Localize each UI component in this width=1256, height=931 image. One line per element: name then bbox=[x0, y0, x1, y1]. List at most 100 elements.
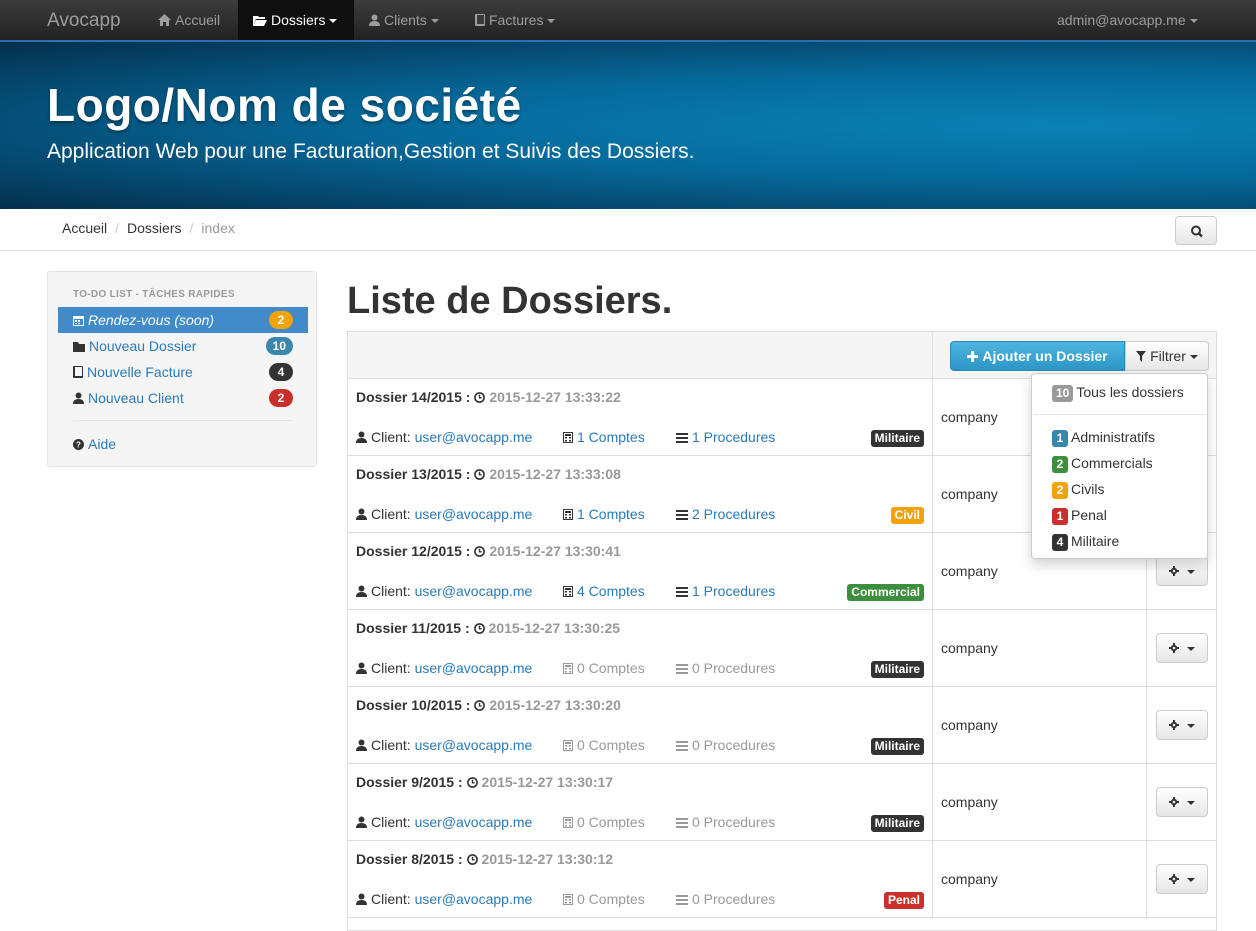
filter-icon bbox=[1136, 343, 1147, 371]
colon: : bbox=[464, 620, 470, 636]
dossier-client: Client: user@avocapp.me bbox=[356, 737, 532, 754]
list-icon bbox=[676, 738, 688, 754]
dossier-name[interactable]: Dossier 13/2015 bbox=[356, 466, 462, 482]
list-icon bbox=[676, 661, 688, 677]
filter-option-penal[interactable]: 1 Penal bbox=[1052, 507, 1107, 525]
breadcrumb-accueil[interactable]: Accueil bbox=[62, 220, 107, 236]
row-actions-button[interactable] bbox=[1156, 556, 1208, 586]
dossier-company: company bbox=[941, 640, 998, 656]
list-icon bbox=[676, 584, 688, 600]
procedures-link[interactable]: 0 Procedures bbox=[692, 891, 775, 907]
list-icon bbox=[676, 892, 688, 908]
sidebar-item-nouveau-dossier[interactable]: Nouveau Dossier 10 bbox=[58, 333, 308, 359]
dossier-name[interactable]: Dossier 14/2015 bbox=[356, 389, 462, 405]
dossier-name[interactable]: Dossier 11/2015 bbox=[356, 620, 461, 636]
procedures-link[interactable]: 1 Procedures bbox=[692, 429, 775, 445]
comptes-link[interactable]: 1 Comptes bbox=[577, 429, 645, 445]
search-button[interactable] bbox=[1175, 216, 1217, 245]
breadcrumb-dossiers[interactable]: Dossiers bbox=[127, 220, 181, 236]
dossier-procedures: 0 Procedures bbox=[676, 814, 775, 831]
column-divider bbox=[1146, 687, 1147, 764]
procedures-link[interactable]: 2 Procedures bbox=[692, 506, 775, 522]
todo-sidebar: TO-DO LIST - TÂCHES RAPIDES Rendez-vous … bbox=[47, 271, 317, 467]
sidebar-item-rendez-vous[interactable]: Rendez-vous (soon) 2 bbox=[58, 307, 308, 333]
comptes-link[interactable]: 4 Comptes bbox=[577, 583, 645, 599]
column-divider bbox=[932, 841, 933, 918]
menu-divider bbox=[1033, 414, 1207, 415]
chevron-down-icon bbox=[1187, 800, 1195, 805]
procedures-link[interactable]: 1 Procedures bbox=[692, 583, 775, 599]
client-link[interactable]: user@avocapp.me bbox=[415, 737, 533, 753]
filter-option-civils[interactable]: 2 Civils bbox=[1052, 481, 1104, 499]
dossier-name[interactable]: Dossier 10/2015 bbox=[356, 697, 462, 713]
filter-option-militaire[interactable]: 4 Militaire bbox=[1052, 533, 1119, 551]
nav-factures[interactable]: Factures bbox=[460, 0, 570, 40]
filter-dropdown-menu: 10 Tous les dossiers 1 Administratifs 2 Com… bbox=[1031, 373, 1208, 559]
dossier-title: Dossier 9/2015 : 2015-12-27 13:30:17 bbox=[356, 774, 613, 791]
sidebar-item-aide[interactable]: ? Aide bbox=[58, 431, 308, 457]
dossier-type-badge: Penal bbox=[883, 892, 924, 909]
add-dossier-button[interactable]: Ajouter un Dossier bbox=[950, 341, 1125, 371]
comptes-link[interactable]: 0 Comptes bbox=[577, 737, 645, 753]
dossier-procedures: 1 Procedures bbox=[676, 429, 775, 446]
column-divider bbox=[932, 456, 933, 533]
row-actions-button[interactable] bbox=[1156, 787, 1208, 817]
user-icon bbox=[356, 507, 367, 523]
client-link[interactable]: user@avocapp.me bbox=[415, 506, 533, 522]
brand-link[interactable]: Avocapp bbox=[47, 10, 121, 32]
calculator-icon bbox=[563, 892, 573, 908]
chevron-down-icon bbox=[1187, 646, 1195, 651]
nav-clients[interactable]: Clients bbox=[354, 0, 454, 40]
filter-option-commercials[interactable]: 2 Commercials bbox=[1052, 455, 1153, 473]
chevron-down-icon bbox=[1187, 569, 1195, 574]
dossier-title: Dossier 11/2015 : 2015-12-27 13:30:25 bbox=[356, 620, 620, 637]
nav-accueil[interactable]: Accueil bbox=[143, 0, 235, 40]
nav-dossiers[interactable]: Dossiers bbox=[238, 0, 354, 40]
filter-option-all[interactable]: 10 Tous les dossiers bbox=[1052, 384, 1184, 402]
dossier-name[interactable]: Dossier 12/2015 bbox=[356, 543, 462, 559]
count-badge: 2 bbox=[1052, 456, 1068, 473]
comptes-link[interactable]: 0 Comptes bbox=[577, 660, 645, 676]
chevron-down-icon bbox=[1187, 877, 1195, 882]
count-badge: 2 bbox=[269, 389, 293, 407]
sidebar-item-nouvelle-facture[interactable]: Nouvelle Facture 4 bbox=[58, 359, 308, 385]
count-badge: 4 bbox=[1052, 534, 1068, 551]
procedures-link[interactable]: 0 Procedures bbox=[692, 737, 775, 753]
client-link[interactable]: user@avocapp.me bbox=[415, 429, 533, 445]
procedures-link[interactable]: 0 Procedures bbox=[692, 814, 775, 830]
plus-icon bbox=[967, 343, 979, 371]
user-icon bbox=[356, 584, 367, 600]
dossier-name[interactable]: Dossier 9/2015 bbox=[356, 774, 454, 790]
calculator-icon bbox=[563, 815, 573, 831]
dossier-title: Dossier 12/2015 : 2015-12-27 13:30:41 bbox=[356, 543, 621, 560]
row-actions-button[interactable] bbox=[1156, 864, 1208, 894]
comptes-link[interactable]: 0 Comptes bbox=[577, 814, 645, 830]
dossier-comptes: 0 Comptes bbox=[563, 660, 645, 677]
sidebar-item-nouveau-client[interactable]: Nouveau Client 2 bbox=[58, 385, 308, 411]
clock-icon bbox=[473, 621, 485, 637]
column-divider bbox=[1146, 764, 1147, 841]
colon: : bbox=[465, 543, 471, 559]
client-link[interactable]: user@avocapp.me bbox=[415, 891, 533, 907]
dossier-type-badge: Militaire bbox=[870, 430, 924, 447]
client-link[interactable]: user@avocapp.me bbox=[415, 660, 533, 676]
user-icon bbox=[356, 430, 367, 446]
filter-button[interactable]: Filtrer bbox=[1125, 341, 1209, 371]
procedures-link[interactable]: 0 Procedures bbox=[692, 660, 775, 676]
client-link[interactable]: user@avocapp.me bbox=[415, 814, 533, 830]
comptes-link[interactable]: 0 Comptes bbox=[577, 891, 645, 907]
row-actions-button[interactable] bbox=[1156, 710, 1208, 740]
filter-option-administratifs[interactable]: 1 Administratifs bbox=[1052, 429, 1155, 447]
client-prefix: Client: bbox=[371, 737, 411, 753]
client-link[interactable]: user@avocapp.me bbox=[415, 583, 533, 599]
sidebar-item-label: Nouveau Dossier bbox=[89, 338, 197, 354]
colon: : bbox=[457, 774, 463, 790]
row-actions-button[interactable] bbox=[1156, 633, 1208, 663]
comptes-link[interactable]: 1 Comptes bbox=[577, 506, 645, 522]
dossier-company: company bbox=[941, 486, 998, 502]
user-menu[interactable]: admin@avocapp.me bbox=[1042, 0, 1213, 40]
column-divider bbox=[932, 533, 933, 610]
nav-accueil-label: Accueil bbox=[175, 12, 221, 28]
dossier-name[interactable]: Dossier 8/2015 bbox=[356, 851, 454, 867]
company-subtitle: Application Web pour une Facturation,Ges… bbox=[47, 140, 695, 163]
